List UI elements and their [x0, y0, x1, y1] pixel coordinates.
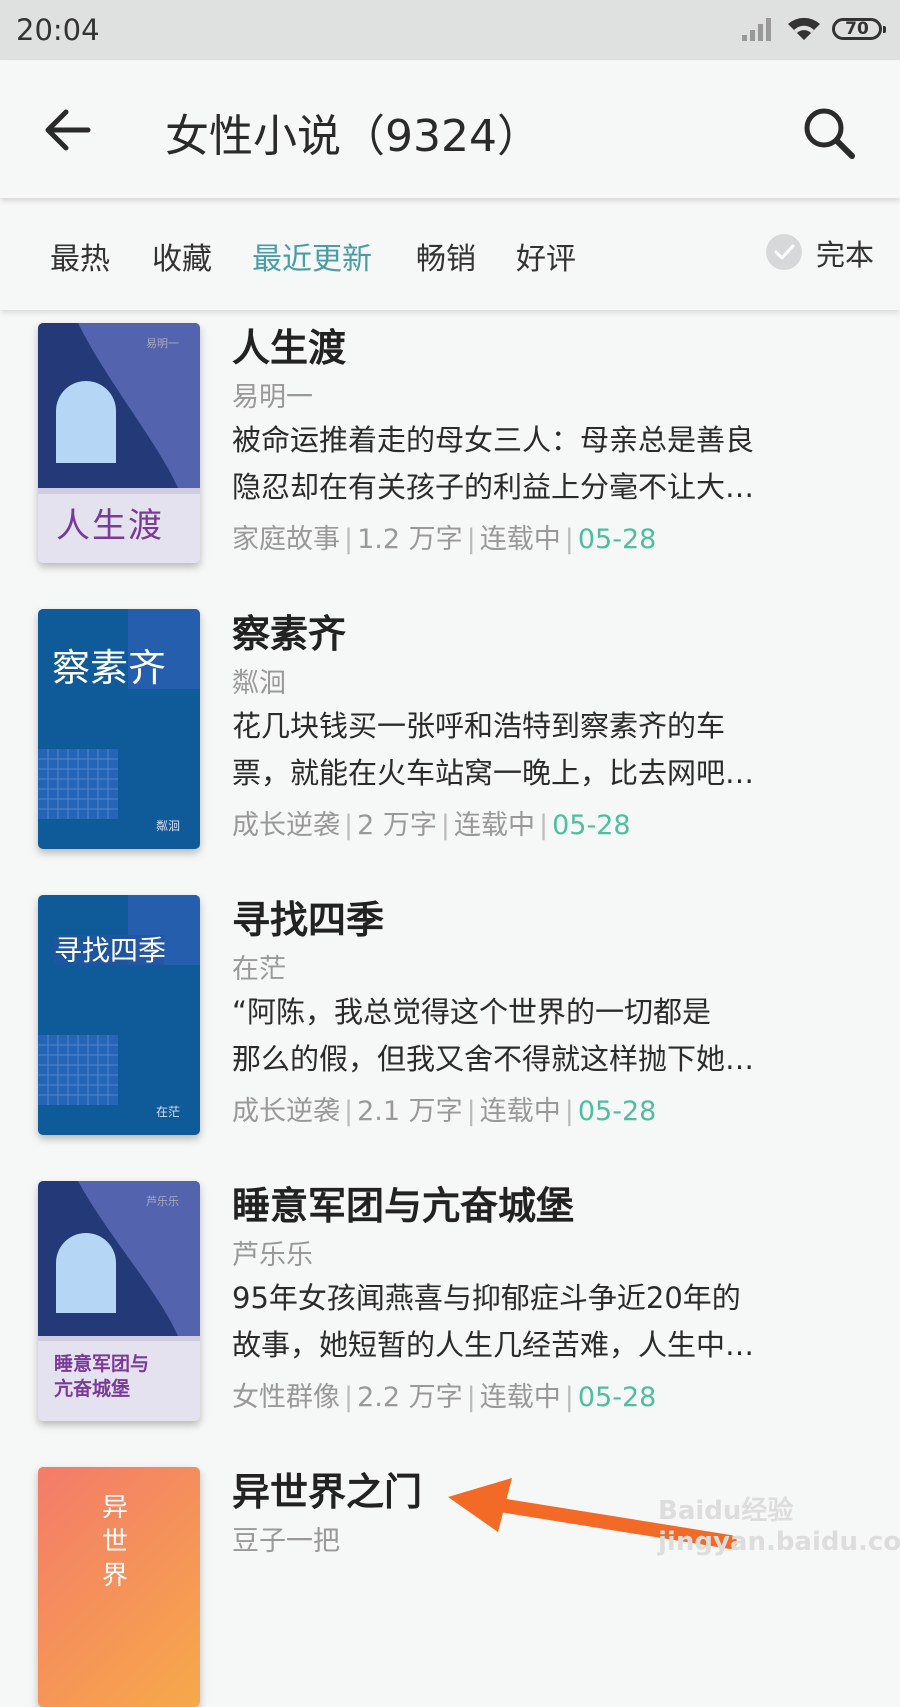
tab-bestseller[interactable]: 畅销 — [416, 234, 476, 278]
book-meta: 成长逆袭 | 2.1 万字 | 连载中 | 05-28 — [232, 1089, 656, 1128]
description-line: 花几块钱买一张呼和浩特到察素齐的车 — [232, 709, 726, 743]
wifi-icon — [788, 17, 820, 40]
book-tag: 家庭故事 — [232, 524, 340, 555]
divider: | — [466, 1096, 476, 1127]
book-cover[interactable]: 寻找四季 在茫 — [38, 895, 200, 1135]
book-word-count: 2 万字 — [357, 810, 437, 841]
book-author: 豆子一把 — [232, 1526, 340, 1557]
description-line: 95年女孩闻燕喜与抑郁症斗争近20年的 — [232, 1281, 741, 1315]
status-time: 20:04 — [16, 13, 100, 47]
book-meta: 成长逆袭 | 2 万字 | 连载中 | 05-28 — [232, 803, 631, 842]
book-state: 连载中 — [479, 1382, 561, 1413]
description-line: 故事，她短暂的人生几经苦难，人生中… — [232, 1328, 755, 1362]
book-item[interactable]: 寻找四季 在茫 寻找四季 在茫 “阿陈，我总觉得这个世界的一切都是 那么的假，但… — [0, 885, 900, 1145]
book-update-date: 05-28 — [577, 1382, 657, 1413]
page-title: 女性小说（9324） — [165, 111, 541, 162]
book-tag: 女性群像 — [232, 1382, 340, 1413]
description-line: “阿陈，我总觉得这个世界的一切都是 — [232, 995, 712, 1029]
book-item[interactable]: 易明一 人生渡 人生渡 易明一 被命运推着走的母女三人：母亲总是善良 隐忍却在有… — [0, 313, 900, 573]
cover-author: 在茫 — [156, 1105, 181, 1119]
book-title[interactable]: 睡意军团与亢奋城堡 — [232, 1175, 574, 1230]
book-update-date: 05-28 — [577, 1096, 657, 1127]
book-cover[interactable]: 芦乐乐 睡意军团与 亢奋城堡 — [38, 1181, 200, 1421]
watermark: Baidu经验 jingyan.baidu.com — [658, 1496, 900, 1557]
divider: | — [564, 1382, 574, 1413]
book-update-date: 05-28 — [577, 524, 657, 555]
book-title[interactable]: 人生渡 — [232, 317, 346, 372]
book-state: 连载中 — [479, 524, 561, 555]
book-meta: 女性群像 | 2.2 万字 | 连载中 | 05-28 — [232, 1375, 656, 1414]
book-author: 在茫 — [232, 954, 286, 985]
divider: | — [344, 810, 354, 841]
book-state: 连载中 — [479, 1096, 561, 1127]
check-circle-icon — [766, 234, 802, 270]
cover-title-line-2: 亢奋城堡 — [54, 1378, 131, 1400]
book-item[interactable]: 察素齐 粼洄 察素齐 粼洄 花几块钱买一张呼和浩特到察素齐的车 票，就能在火车站… — [0, 599, 900, 859]
cover-title: 寻找四季 — [54, 934, 167, 967]
tab-favorites[interactable]: 收藏 — [152, 234, 212, 278]
book-description: 被命运推着走的母女三人：母亲总是善良 隐忍却在有关孩子的利益上分毫不让大… — [232, 417, 862, 511]
book-cover[interactable]: 察素齐 粼洄 — [38, 609, 200, 849]
battery-icon: 70 — [832, 18, 886, 40]
divider: | — [344, 1382, 354, 1413]
cover-title-line-1: 睡意军团与 — [54, 1353, 150, 1375]
book-description: “阿陈，我总觉得这个世界的一切都是 那么的假，但我又舍不得就这样抛下她… — [232, 989, 862, 1083]
book-word-count: 2.1 万字 — [357, 1096, 463, 1127]
book-title[interactable]: 察素齐 — [232, 603, 346, 658]
back-arrow-icon[interactable] — [44, 108, 94, 152]
book-item[interactable]: 芦乐乐 睡意军团与 亢奋城堡 睡意军团与亢奋城堡 芦乐乐 95年女孩闻燕喜与抑郁… — [0, 1171, 900, 1431]
book-cover[interactable]: 易明一 人生渡 — [38, 323, 200, 563]
book-word-count: 2.2 万字 — [357, 1382, 463, 1413]
book-author: 芦乐乐 — [232, 1240, 313, 1271]
book-title[interactable]: 异世界之门 — [232, 1461, 422, 1516]
divider: | — [564, 1096, 574, 1127]
divider: | — [344, 524, 354, 555]
book-author: 粼洄 — [232, 668, 286, 699]
tab-recent-update[interactable]: 最近更新 — [252, 234, 372, 278]
tab-hot[interactable]: 最热 — [50, 234, 110, 278]
cover-title: 察素齐 — [52, 646, 167, 690]
app-bar: 女性小说（9324） — [0, 60, 900, 198]
divider: | — [564, 524, 574, 555]
description-line: 那么的假，但我又舍不得就这样抛下她… — [232, 1042, 755, 1076]
book-tag: 成长逆袭 — [232, 810, 340, 841]
cover-title: 人生渡 — [56, 506, 164, 546]
book-author: 易明一 — [232, 382, 313, 413]
cover-author: 粼洄 — [156, 819, 181, 833]
search-icon[interactable] — [800, 104, 860, 164]
cover-author: 易明一 — [146, 337, 179, 350]
filter-bar: 最热 收藏 最近更新 畅销 好评 完本 — [0, 200, 900, 310]
book-word-count: 1.2 万字 — [357, 524, 463, 555]
tab-good-reviews[interactable]: 好评 — [516, 234, 576, 278]
book-update-date: 05-28 — [552, 810, 631, 841]
cover-author: 芦乐乐 — [146, 1195, 179, 1208]
divider: | — [440, 810, 450, 841]
book-description: 花几块钱买一张呼和浩特到察素齐的车 票，就能在火车站窝一晚上，比去网吧… — [232, 703, 862, 797]
book-cover[interactable]: 异世界 — [38, 1467, 200, 1707]
book-tag: 成长逆袭 — [232, 1096, 340, 1127]
description-line: 被命运推着走的母女三人：母亲总是善良 — [232, 423, 755, 457]
status-bar: 20:04 70 — [0, 0, 900, 60]
divider: | — [344, 1096, 354, 1127]
book-title[interactable]: 寻找四季 — [232, 889, 384, 944]
complete-filter-label: 完本 — [816, 238, 875, 272]
divider: | — [538, 810, 549, 841]
book-state: 连载中 — [453, 810, 535, 841]
book-description: 95年女孩闻燕喜与抑郁症斗争近20年的 故事，她短暂的人生几经苦难，人生中… — [232, 1275, 862, 1369]
book-meta: 家庭故事 | 1.2 万字 | 连载中 | 05-28 — [232, 517, 656, 556]
divider: | — [466, 1382, 476, 1413]
divider: | — [466, 524, 476, 555]
battery-level: 70 — [845, 19, 869, 39]
signal-icon — [742, 18, 771, 41]
cover-title: 异世界 — [102, 1493, 129, 1591]
description-line: 隐忍却在有关孩子的利益上分毫不让大… — [232, 470, 755, 504]
description-line: 票，就能在火车站窝一晚上，比去网吧… — [232, 756, 755, 790]
